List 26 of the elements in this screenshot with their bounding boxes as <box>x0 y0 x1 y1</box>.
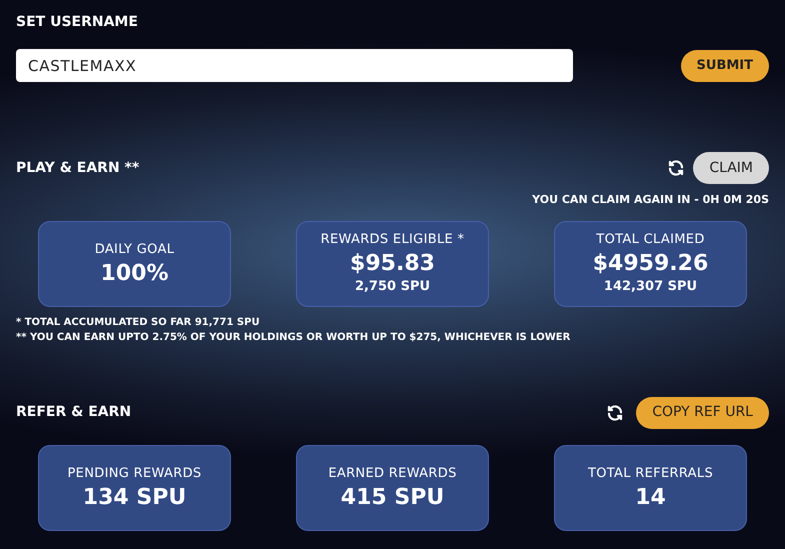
copy-ref-url-button[interactable]: COPY REF URL <box>636 396 769 428</box>
section-title: REFER & EARN <box>16 403 132 422</box>
stat-value: 134 SPU <box>82 484 186 511</box>
stat-value: $95.83 <box>350 250 435 278</box>
stat-value: 14 <box>635 484 666 511</box>
stat-label: TOTAL REFERRALS <box>588 465 714 483</box>
footnote-text: ** YOU CAN EARN UPTO 2.75% OF YOUR HOLDINGS OR WORTH UP TO $275, WHICHEVER IS LOWER <box>16 330 572 344</box>
countdown-text: YOU CAN CLAIM AGAIN IN - 0H 0M 20S <box>532 192 769 208</box>
refresh-icon[interactable] <box>667 158 686 178</box>
stat-label: EARNED REWARDS <box>328 465 457 483</box>
stat-label: TOTAL CLAIMED <box>596 231 705 250</box>
section-title: PLAY & EARN ** <box>16 158 140 178</box>
username-label: SET USERNAME <box>16 13 139 32</box>
stat-subvalue: 2,750 SPU <box>354 278 430 296</box>
stat-value: $4959.26 <box>592 250 708 278</box>
claim-button[interactable]: CLAIM <box>693 152 769 184</box>
stat-label: REWARDS ELIGIBLE * <box>320 231 464 250</box>
submit-button[interactable]: SUBMIT <box>680 50 769 82</box>
stat-subvalue: 142,307 SPU <box>604 278 698 296</box>
stat-label: PENDING REWARDS <box>67 465 202 483</box>
footnote-text: * TOTAL ACCUMULATED SO FAR 91,771 SPU <box>16 316 261 330</box>
username-field[interactable]: CASTLEMAXX <box>16 49 573 82</box>
stat-value: 100% <box>100 260 168 287</box>
refresh-icon[interactable] <box>606 402 624 422</box>
stat-label: DAILY GOAL <box>94 241 174 259</box>
stat-value: 415 SPU <box>340 484 444 511</box>
